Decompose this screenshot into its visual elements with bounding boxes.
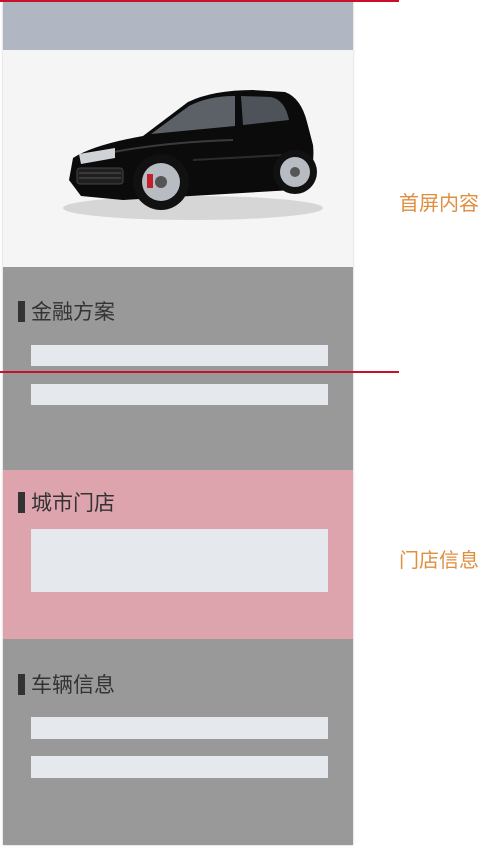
- top-navigation-bar: [3, 0, 353, 50]
- store-placeholder: [31, 529, 328, 592]
- vehicle-section-title: 车辆信息: [18, 673, 115, 697]
- title-marker: [18, 301, 25, 322]
- car-image: [63, 90, 323, 220]
- top-boundary-line: [0, 0, 399, 2]
- hero-banner: [3, 50, 353, 267]
- title-marker: [18, 674, 25, 695]
- first-screen-fold-line: [0, 371, 399, 373]
- vehicle-placeholder-1: [31, 717, 328, 739]
- store-title-text: 城市门店: [31, 491, 115, 515]
- vehicle-title-text: 车辆信息: [31, 673, 115, 697]
- vehicle-placeholder-2: [31, 756, 328, 778]
- finance-section-title: 金融方案: [18, 300, 115, 324]
- finance-title-text: 金融方案: [31, 300, 115, 324]
- finance-placeholder-1: [31, 345, 328, 366]
- mobile-page-mockup: 金融方案 城市门店 车辆信息: [3, 0, 353, 845]
- title-marker: [18, 492, 25, 513]
- store-info-annotation: 门店信息: [399, 548, 479, 572]
- finance-placeholder-2: [31, 384, 328, 405]
- store-section-title: 城市门店: [18, 491, 115, 515]
- store-section: 城市门店: [3, 470, 353, 639]
- first-screen-annotation: 首屏内容: [399, 191, 479, 215]
